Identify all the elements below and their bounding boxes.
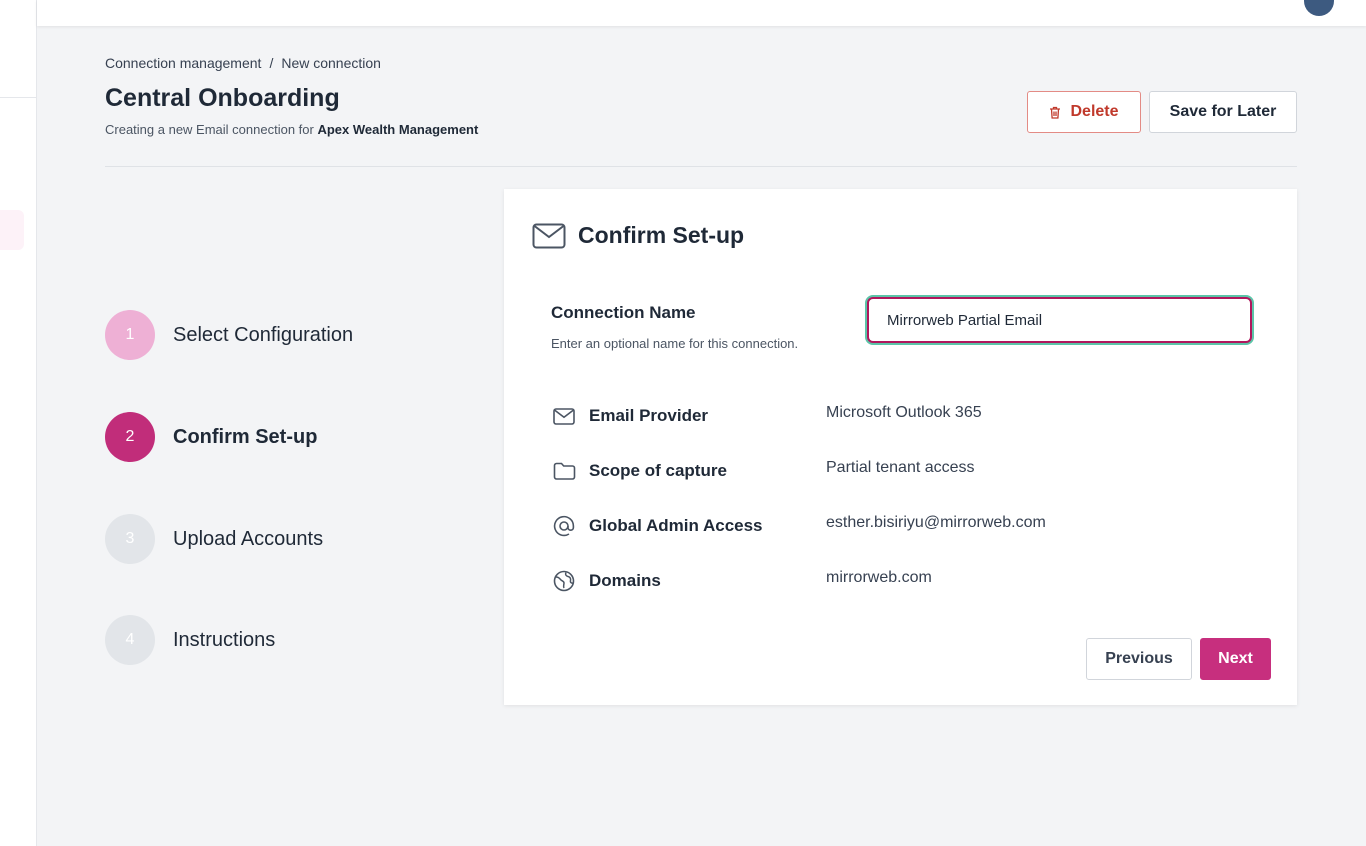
organization-name: Apex Wealth Management [317,122,479,137]
detail-scope-of-capture: Scope of capture Partial tenant access [552,459,1252,483]
detail-value: Microsoft Outlook 365 [826,404,982,421]
step-number: 2 [105,412,155,462]
avatar[interactable] [1304,0,1334,16]
sidebar-active-item[interactable] [0,210,24,250]
detail-value: mirrorweb.com [826,569,932,586]
connection-name-help: Enter an optional name for this connecti… [551,336,799,351]
page-subtitle-text: Creating a new Email connection for [105,122,314,137]
card-title: Confirm Set-up [578,222,745,248]
breadcrumb-separator: / [269,55,274,71]
step-upload-accounts: 3 Upload Accounts [105,514,323,564]
step-confirm-setup[interactable]: 2 Confirm Set-up [105,412,317,462]
mail-icon [552,404,576,428]
delete-button-label: Delete [1070,103,1119,120]
at-sign-icon [552,514,576,538]
step-instructions: 4 Instructions [105,615,275,665]
connection-name-label: Connection Name [551,303,696,322]
next-button[interactable]: Next [1200,638,1271,680]
breadcrumb-current: New connection [281,55,381,71]
detail-domains: Domains mirrorweb.com [552,569,1252,593]
step-number: 4 [105,615,155,665]
step-label: Select Configuration [173,323,354,346]
detail-label: Scope of capture [589,461,727,480]
step-select-configuration[interactable]: 1 Select Configuration [105,310,353,360]
step-number: 1 [105,310,155,360]
detail-value: Partial tenant access [826,459,975,476]
detail-global-admin-access: Global Admin Access esther.bisiriyu@mirr… [552,514,1252,538]
detail-value: esther.bisiriyu@mirrorweb.com [826,514,1046,531]
trash-icon [1050,106,1061,119]
globe-icon [552,569,576,593]
sidebar [0,0,37,846]
step-number: 3 [105,514,155,564]
mail-icon [532,223,566,248]
save-for-later-button[interactable]: Save for Later [1149,91,1297,133]
breadcrumb-parent[interactable]: Connection management [105,55,261,71]
delete-button[interactable]: Delete [1027,91,1141,133]
connection-name-input[interactable] [867,297,1252,343]
previous-button[interactable]: Previous [1086,638,1192,680]
confirm-setup-card: Confirm Set-up Connection Name Enter an … [504,189,1297,705]
header-divider [105,166,1297,167]
step-label: Confirm Set-up [173,425,318,448]
page-title: Central Onboarding [105,84,340,112]
page-subtitle: Creating a new Email connection for Apex… [105,122,478,137]
detail-label: Email Provider [589,406,709,425]
step-label: Upload Accounts [173,527,324,550]
card-header: Confirm Set-up [532,222,744,249]
detail-email-provider: Email Provider Microsoft Outlook 365 [552,404,1252,428]
detail-label: Global Admin Access [589,516,763,535]
top-bar [37,0,1366,26]
folder-icon [552,459,576,483]
detail-label: Domains [589,571,661,590]
breadcrumb: Connection management / New connection [105,55,381,71]
step-label: Instructions [173,628,276,651]
sidebar-divider [0,97,36,98]
